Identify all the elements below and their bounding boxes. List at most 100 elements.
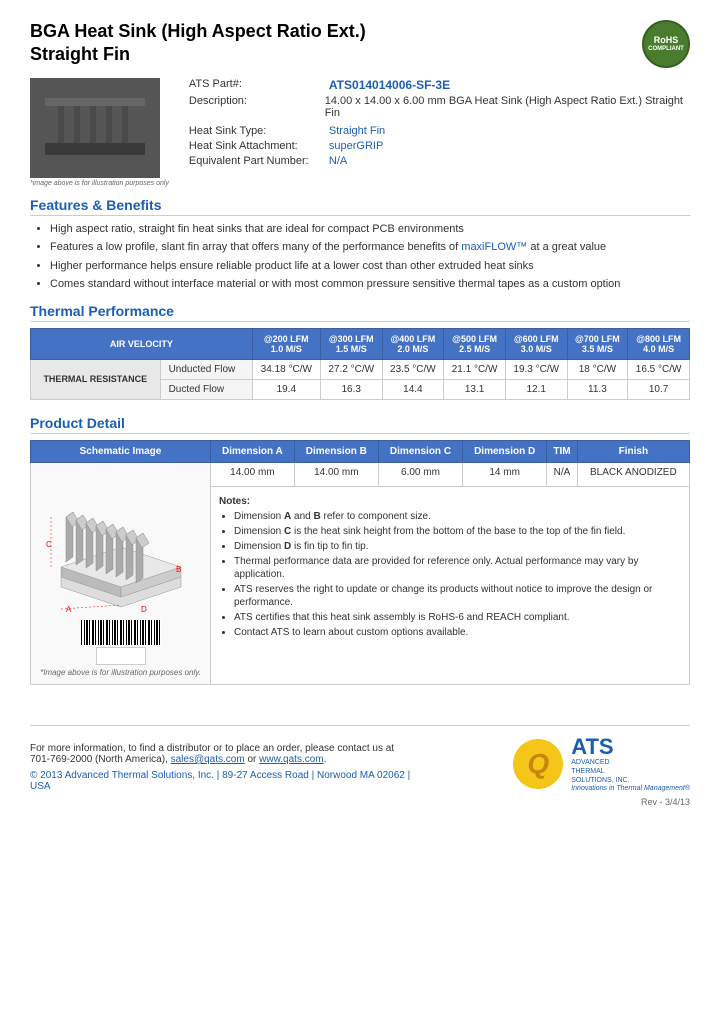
feature-item-1: High aspect ratio, straight fin heat sin… [50, 222, 690, 237]
header-dim-b: Dimension B [294, 440, 378, 462]
barcode [81, 620, 161, 645]
header-tim: TIM [547, 440, 578, 462]
schematic-caption: *Image above is for illustration purpose… [34, 665, 207, 680]
notes-section: Notes: Dimension A and B refer to compon… [214, 491, 686, 646]
spec-row-part: ATS Part#: ATS014014006-SF-3E [189, 78, 690, 92]
thermal-section-title: Thermal Performance [30, 303, 690, 322]
page-header: BGA Heat Sink (High Aspect Ratio Ext.) S… [30, 20, 690, 68]
col-800lfm: @800 LFM4.0 M/S [628, 328, 690, 359]
note-5: ATS reserves the right to update or chan… [234, 583, 681, 609]
header-dim-c: Dimension C [378, 440, 462, 462]
unducted-600: 19.3 °C/W [505, 359, 567, 379]
attachment-value: superGRIP [329, 140, 383, 152]
unducted-label: Unducted Flow [160, 359, 252, 379]
product-detail-table: Schematic Image Dimension A Dimension B … [30, 440, 690, 685]
rev-note: Rev - 3/4/13 [30, 797, 690, 807]
product-detail-section-title: Product Detail [30, 415, 690, 434]
spec-row-equivalent: Equivalent Part Number: N/A [189, 155, 690, 167]
part-number-value: ATS014014006-SF-3E [329, 78, 450, 92]
ats-logo-area: Q ATS ADVANCEDTHERMALSOLUTIONS, INC. Inn… [513, 736, 690, 792]
product-title: BGA Heat Sink (High Aspect Ratio Ext.) S… [30, 20, 366, 67]
svg-text:D: D [141, 605, 147, 614]
svg-text:A: A [66, 605, 72, 614]
footer-area: For more information, to find a distribu… [30, 725, 690, 807]
ats-logo-text: ATS ADVANCEDTHERMALSOLUTIONS, INC. Innov… [571, 736, 690, 792]
col-600lfm: @600 LFM3.0 M/S [505, 328, 567, 359]
unducted-700: 18 °C/W [567, 359, 628, 379]
website-link[interactable]: www.qats.com [259, 754, 323, 765]
spec-row-description: Description: 14.00 x 14.00 x 6.00 mm BGA… [189, 95, 690, 119]
ats-tagline: Innovations in Thermal Management® [571, 785, 690, 792]
unducted-400: 23.5 °C/W [382, 359, 444, 379]
svg-text:B: B [176, 565, 181, 574]
image-caption: *image above is for illustration purpose… [30, 180, 169, 187]
footer-copyright: © 2013 Advanced Thermal Solutions, Inc. … [30, 770, 430, 792]
note-4: Thermal performance data are provided fo… [234, 555, 681, 581]
header-dim-d: Dimension D [463, 440, 547, 462]
sales-email-link[interactable]: sales@qats.com [171, 754, 245, 765]
schematic-cell: A B C D *Image above is for illustration… [31, 462, 211, 684]
col-500lfm: @500 LFM2.5 M/S [444, 328, 506, 359]
finish-value: BLACK ANODIZED [577, 462, 689, 486]
ducted-label: Ducted Flow [160, 379, 252, 399]
ducted-500: 13.1 [444, 379, 506, 399]
unducted-500: 21.1 °C/W [444, 359, 506, 379]
label-box [96, 647, 146, 665]
dimension-values-row: A B C D *Image above is for illustration… [31, 462, 690, 486]
col-200lfm: @200 LFM1.0 M/S [252, 328, 320, 359]
feature-item-2: Features a low profile, slant fin array … [50, 240, 690, 255]
footer-section: For more information, to find a distribu… [30, 725, 690, 792]
thermal-resistance-label: THERMAL RESISTANCE [31, 359, 161, 399]
note-6: ATS certifies that this heat sink assemb… [234, 611, 681, 624]
product-image-container: *image above is for illustration purpose… [30, 78, 169, 187]
col-300lfm: @300 LFM1.5 M/S [320, 328, 382, 359]
title-line1: BGA Heat Sink (High Aspect Ratio Ext.) [30, 21, 366, 41]
notes-title: Notes: [219, 496, 681, 507]
features-list: High aspect ratio, straight fin heat sin… [30, 222, 690, 293]
col-700lfm: @700 LFM3.5 M/S [567, 328, 628, 359]
rohs-text: RoHS [654, 35, 679, 46]
schematic-svg: A B C D [41, 467, 201, 617]
rohs-badge: RoHS COMPLIANT [642, 20, 690, 68]
notes-cell: Notes: Dimension A and B refer to compon… [211, 486, 690, 684]
part-number-label: ATS Part#: [189, 78, 329, 92]
note-2: Dimension C is the heat sink height from… [234, 525, 681, 538]
ducted-700: 11.3 [567, 379, 628, 399]
ats-logo-q: Q [513, 739, 563, 789]
unducted-800: 16.5 °C/W [628, 359, 690, 379]
ducted-200: 19.4 [252, 379, 320, 399]
ducted-300: 16.3 [320, 379, 382, 399]
ducted-800: 10.7 [628, 379, 690, 399]
heat-sink-type-label: Heat Sink Type: [189, 125, 329, 137]
ats-full-name: ADVANCEDTHERMALSOLUTIONS, INC. [571, 758, 690, 785]
dim-a-value: 14.00 mm [211, 462, 295, 486]
maxiflow-link[interactable]: maxiFLOW™ [461, 241, 527, 253]
unducted-row: THERMAL RESISTANCE Unducted Flow 34.18 °… [31, 359, 690, 379]
notes-list: Dimension A and B refer to component siz… [219, 510, 681, 639]
spec-row-attachment: Heat Sink Attachment: superGRIP [189, 140, 690, 152]
product-image-area [30, 78, 160, 178]
header-dim-a: Dimension A [211, 440, 295, 462]
features-section-title: Features & Benefits [30, 197, 690, 216]
dim-b-value: 14.00 mm [294, 462, 378, 486]
thermal-performance-table: AIR VELOCITY @200 LFM1.0 M/S @300 LFM1.5… [30, 328, 690, 400]
header-schematic: Schematic Image [31, 440, 211, 462]
feature-item-3: Higher performance helps ensure reliable… [50, 259, 690, 274]
ducted-400: 14.4 [382, 379, 444, 399]
col-400lfm: @400 LFM2.0 M/S [382, 328, 444, 359]
equivalent-label: Equivalent Part Number: [189, 155, 329, 167]
note-7: Contact ATS to learn about custom option… [234, 626, 681, 639]
product-info-section: *image above is for illustration purpose… [30, 78, 690, 187]
note-3: Dimension D is fin tip to fin tip. [234, 540, 681, 553]
air-velocity-header: AIR VELOCITY [31, 328, 253, 359]
ats-letters: ATS [571, 736, 690, 758]
unducted-200: 34.18 °C/W [252, 359, 320, 379]
attachment-label: Heat Sink Attachment: [189, 140, 329, 152]
feature-item-4: Comes standard without interface materia… [50, 277, 690, 292]
tim-value: N/A [547, 462, 578, 486]
rohs-compliant: COMPLIANT [648, 46, 684, 53]
unducted-300: 27.2 °C/W [320, 359, 382, 379]
dim-c-value: 6.00 mm [378, 462, 462, 486]
heat-sink-type-value: Straight Fin [329, 125, 385, 137]
ducted-600: 12.1 [505, 379, 567, 399]
